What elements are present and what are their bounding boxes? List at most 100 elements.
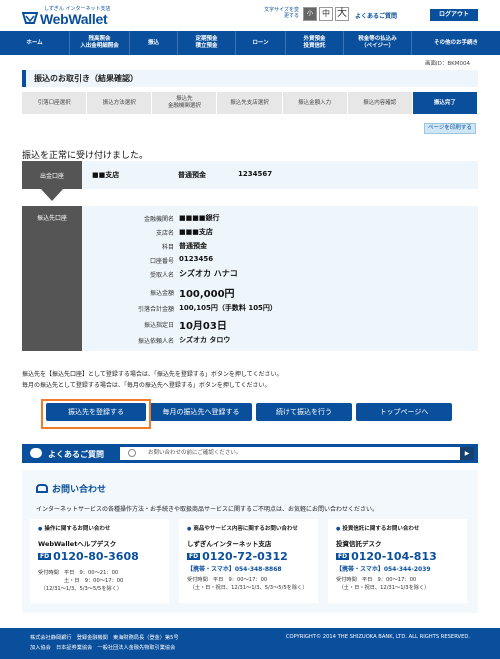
destination-account-box: 振込先口座 金融機関名 ■■■■銀行 支店名 ■■■支店 科目 普通預金 口座番号 01… [22,206,478,351]
page-title: 振込のお取引き（結果確認） [34,74,138,83]
footer-associations: 加入協会 日本証券業協会 一般社団法人金融先物取引業協会 [30,645,176,651]
nav-transfer[interactable]: 振込 [130,31,178,55]
withdrawal-branch: ■■支店 [92,171,120,179]
freedial-icon: FD [38,553,52,560]
faq-search-placeholder: お問い合わせの前にご確認ください。 [148,450,242,456]
contact-description: インターネットサービスの各種操作方法・お手続きや取扱商品サービスに関するご不明点… [36,506,379,513]
top-page-button[interactable]: トップページへ [356,403,452,421]
faq-go-button[interactable]: ▶ [460,447,474,460]
nav-foreign[interactable]: 外貨預金 投資信託 [286,31,344,55]
contact-desk-name: WebWalletヘルプデスク [38,540,117,548]
contact-card-products: 商品やサービス内容に関するお問い合わせ しずぎんインターネット支店 FD0120… [179,519,318,603]
detail-row-total: 引落合計金額 100,105円（手数料 105円） [137,304,277,313]
faq-bar: よくあるご質問 お問い合わせの前にご確認ください。 ▶ [22,444,478,463]
nav-loan[interactable]: ローン [236,31,286,55]
note-line: 振込先を【振込先口座】として登録する場合は、「振込先を登録する」ボタンを押してく… [22,371,283,378]
continue-transfer-button[interactable]: 続けて振込を行う [256,403,352,421]
register-monthly-button[interactable]: 毎月の振込先へ登録する [150,403,252,421]
step-item-current: 振込完了 [412,92,478,114]
fontsize-medium-button[interactable]: 中 [319,7,333,21]
progress-steps: 引落口座選択 振込方法選択 振込先 金融機関選択 振込先支店選択 振込金額入力 … [22,92,478,114]
speech-bubble-icon [30,448,42,458]
destination-account-label: 振込先口座 [22,206,82,351]
down-arrow-icon [41,189,63,201]
nav-label: 振込 [147,39,159,46]
logout-button[interactable]: ログアウト [430,9,478,21]
detail-row-recipient: 受取人名 シズオカ ハナコ [149,269,238,279]
withdrawal-account-number: 1234567 [238,170,273,178]
contact-desk-name: しずぎんインターネット支店 [187,540,272,548]
brand-name: WebWallet [40,11,108,27]
nav-tax[interactable]: 税金等の払込み （ペイジー） [344,31,412,55]
wallet-logo-icon [22,12,38,24]
faq-title: よくあるご質問 [48,450,104,459]
contact-desk-name: 投資信託デスク [336,540,382,548]
detail-row-branch: 支店名 ■■■支店 [155,228,213,237]
completion-message: 振込を正常に受け付けました。 [22,151,149,161]
webwallet-logo[interactable]: しずぎん インターネット支店 WebWallet [22,4,112,28]
detail-row-subject: 科目 普通預金 [161,242,207,251]
contact-mobile-number[interactable]: 【携帯・スマホ】054-344-2039 [336,564,467,573]
withdrawal-account-box: 出金口座 ■■支店 普通預金 1234567 [22,161,478,189]
nav-label: その他のお手続き [433,39,478,46]
nav-label: ホーム [26,39,43,46]
freedial-icon: FD [187,553,201,560]
search-icon [128,449,136,457]
nav-deposit[interactable]: 定期預金 積立預金 [178,31,236,55]
fontsize-large-button[interactable]: 大 [335,7,349,21]
faq-link[interactable]: よくあるご質問 [355,11,397,20]
contact-card-heading: 商品やサービス内容に関するお問い合わせ [187,524,318,532]
detail-row-sender: 振込依頼人名 シズオカ タロウ [137,336,231,345]
withdrawal-account-type: 普通預金 [178,171,206,179]
site-header: しずぎん インターネット支店 WebWallet 文字サイズを変更する 小 中 … [0,0,500,31]
site-footer: 株式会社静岡銀行 登録金融機関 東海財務局長（登金）第5号 加入協会 日本証券業… [0,628,500,659]
contact-phone-number[interactable]: FD 0120-72-0312 [187,550,318,563]
step-item: 振込先支店選択 [217,92,283,114]
freedial-icon: FD [336,553,350,560]
nav-balance[interactable]: 残高照会 入出金明細照会 [70,31,130,55]
detail-row-date: 振込指定日 10月03日 [143,321,227,332]
contact-phone-number[interactable]: FD 0120-80-3608 [38,550,169,563]
detail-row-account-number: 口座番号 0123456 [149,255,214,265]
fontsize-label: 文字サイズを変更する [264,7,299,19]
contact-hours: 受付時間 平日 9：00～17：00 （土・日・祝日、12/31～1/3を除く） [336,577,430,591]
contact-mobile-number[interactable]: 【携帯・スマホ】054-348-8868 [187,564,318,573]
nav-label: 定期預金 積立預金 [195,36,218,49]
faq-search-input[interactable]: お問い合わせの前にご確認ください。 [120,447,460,460]
footer-copyright: COPYRIGHT© 2014 THE SHIZUOKA BANK, LTD. … [285,634,470,640]
nav-label: ローン [252,39,269,46]
nav-label: 残高照会 入出金明細照会 [80,36,119,49]
step-item: 振込内容確認 [347,92,413,114]
nav-label: 税金等の払込み （ペイジー） [358,36,397,49]
footer-registration: 株式会社静岡銀行 登録金融機関 東海財務局長（登金）第5号 [30,635,179,641]
contact-card-heading: 操作に関するお問い合わせ [38,524,169,532]
contact-card-heading: 投資信託に関するお問い合わせ [336,524,467,532]
contact-card-operation: 操作に関するお問い合わせ WebWalletヘルプデスク FD0120-80-3… [30,519,169,603]
registration-note: 振込先を【振込先口座】として登録する場合は、「振込先を登録する」ボタンを押してく… [22,369,282,391]
contact-phone-number[interactable]: FD 0120-104-813 [336,550,467,563]
note-line: 毎月の振込先として登録する場合は、「毎月の振込先へ登録する」ボタンを押してくださ… [22,382,271,389]
withdrawal-account-label: 出金口座 [22,161,82,189]
detail-row-amount: 振込金額 100,000円 [149,289,235,300]
main-navigation: ホーム 残高照会 入出金明細照会 振込 定期預金 積立預金 ローン 外貨預金 投… [0,31,500,55]
contact-title: お問い合わせ [36,482,106,495]
step-item: 振込方法選択 [87,92,153,114]
contact-section: お問い合わせ インターネットサービスの各種操作方法・お手続きや取扱商品サービスに… [22,470,478,613]
fontsize-small-button[interactable]: 小 [303,7,317,21]
detail-row-bank: 金融機関名 ■■■■銀行 [143,214,220,223]
contact-card-investment: 投資信託に関するお問い合わせ 投資信託デスク FD0120-104-813 【携… [328,519,467,603]
phone-icon [36,484,48,493]
nav-home[interactable]: ホーム [0,31,70,55]
nav-label: 外貨預金 投資信託 [303,36,326,49]
withdrawal-account-info: ■■支店 普通預金 1234567 [92,170,272,180]
focus-highlight [41,399,151,429]
screen-id: 画面ID：BKM004 [425,61,470,67]
step-item: 引落口座選択 [22,92,88,114]
step-item: 振込金額入力 [282,92,348,114]
page-title-bar: 振込のお取引き（結果確認） [22,70,478,87]
print-page-button[interactable]: ページを印刷する [424,123,476,134]
contact-hours: 受付時間 平日 9：00～21：00 土・日 9：00～17：00 （12/31… [38,570,124,592]
step-item: 振込先 金融機関選択 [152,92,218,114]
nav-other[interactable]: その他のお手続き [412,31,500,55]
contact-hours: 受付時間 平日 9：00～17：00 （土・日・祝日、12/31～1/3、5/3… [187,577,308,591]
